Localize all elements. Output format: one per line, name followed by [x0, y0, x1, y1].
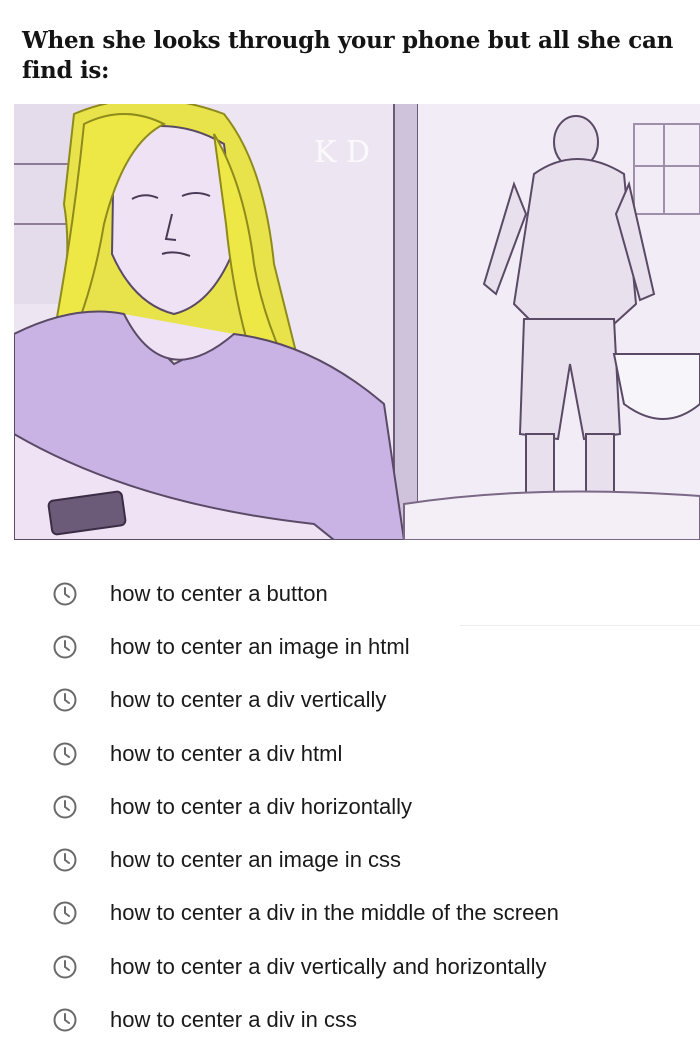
history-item-label: how to center a button: [110, 581, 328, 606]
meme-caption: When she looks through your phone but al…: [22, 27, 673, 84]
history-item-label: how to center a div vertically: [110, 687, 387, 712]
history-item[interactable]: how to center a div html: [52, 734, 692, 774]
history-clock-icon: [53, 955, 77, 979]
history-item[interactable]: how to center a div vertically and horiz…: [52, 947, 692, 987]
history-item-label: how to center an image in html: [110, 634, 410, 659]
history-item[interactable]: how to center a button: [52, 574, 692, 614]
history-item[interactable]: how to center an image in html: [52, 627, 692, 667]
history-clock-icon: [53, 1008, 77, 1032]
history-item-label: how to center a div html: [110, 741, 343, 766]
illustration-watermark: K D: [314, 135, 370, 170]
history-item[interactable]: how to center a div vertically: [52, 680, 692, 720]
history-item-label: how to center a div horizontally: [110, 794, 413, 819]
history-clock-icon: [53, 795, 77, 819]
history-clock-icon: [53, 901, 77, 925]
history-clock-icon: [53, 582, 77, 606]
history-item[interactable]: how to center a div in the middle of the…: [52, 893, 692, 933]
history-item-label: how to center a div vertically and horiz…: [110, 954, 547, 979]
history-item[interactable]: how to center an image in css: [52, 840, 692, 880]
history-clock-icon: [53, 742, 77, 766]
history-clock-icon: [53, 848, 77, 872]
history-item[interactable]: how to center a div horizontally: [52, 787, 692, 827]
history-clock-icon: [53, 635, 77, 659]
history-item[interactable]: how to center a div in css: [52, 1000, 692, 1040]
history-item-label: how to center a div in css: [110, 1007, 358, 1032]
history-item-label: how to center a div in the middle of the…: [110, 900, 559, 925]
divider-line: [460, 625, 700, 626]
history-clock-icon: [53, 688, 77, 712]
history-item-label: how to center an image in css: [110, 847, 402, 872]
comic-illustration: K D: [14, 104, 700, 540]
woman-and-man-drawing: K D: [14, 104, 700, 540]
